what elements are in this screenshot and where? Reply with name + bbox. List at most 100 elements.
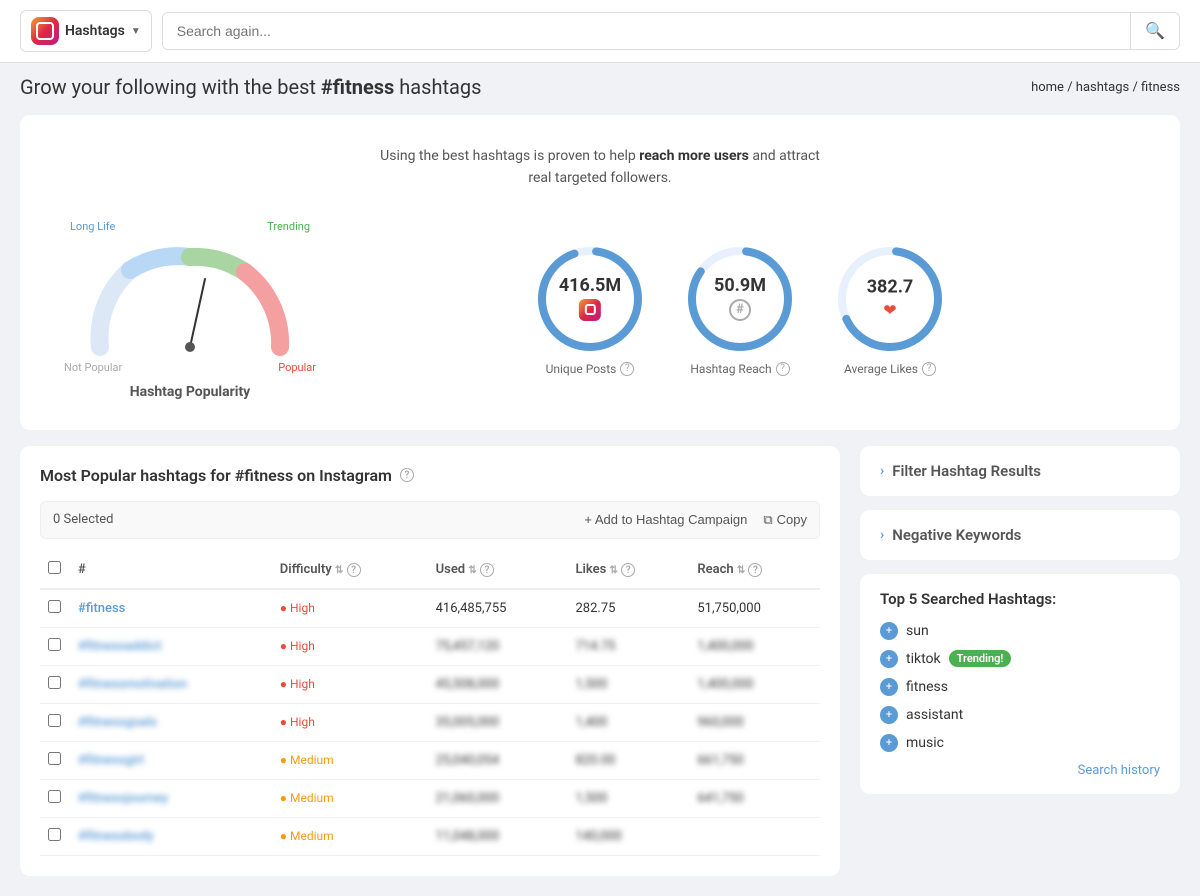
- top-hashtag-name: tiktok: [906, 651, 941, 667]
- row-checkbox[interactable]: [48, 828, 61, 841]
- stat-value-1: 50.9M: [714, 277, 766, 295]
- filter-chevron: ›: [880, 463, 884, 479]
- search-input[interactable]: [163, 13, 1130, 49]
- top-hashtags-title: Top 5 Searched Hashtags:: [880, 590, 1160, 608]
- gauge-svg: [80, 237, 300, 357]
- add-hashtag-icon[interactable]: +: [880, 706, 898, 724]
- stat-label-2: Average Likes ?: [835, 362, 945, 376]
- cell-difficulty: ●High: [272, 589, 428, 628]
- table-row: #fitnessaddict ●High 75,457,120 714.75 1…: [40, 627, 820, 665]
- cell-reach: 661,750: [689, 741, 820, 779]
- add-hashtag-icon[interactable]: +: [880, 622, 898, 640]
- cell-difficulty: ●High: [272, 665, 428, 703]
- row-checkbox[interactable]: [48, 600, 61, 613]
- stat-label-0: Unique Posts ?: [535, 362, 645, 376]
- table-body: #fitness ●High 416,485,755 282.75 51,750…: [40, 589, 820, 856]
- table-header: # Difficulty ⇅ ? Used ⇅ ? Likes ⇅ ? Reac…: [40, 551, 820, 589]
- cell-used: 21,060,000: [428, 779, 568, 817]
- main-content: Most Popular hashtags for #fitness on In…: [0, 446, 1200, 896]
- stat-label-1: Hashtag Reach ?: [685, 362, 795, 376]
- legend-not-popular: Not Popular: [64, 361, 122, 374]
- top-hashtag-item: + assistant: [880, 706, 1160, 724]
- help-icon-1[interactable]: ?: [776, 362, 790, 376]
- filter-panel-header[interactable]: › Filter Hashtag Results: [860, 446, 1180, 496]
- selected-count: 0 Selected: [53, 512, 113, 527]
- cell-used: 25,040,054: [428, 741, 568, 779]
- stat-value-0: 416.5M: [559, 277, 621, 295]
- brand-selector[interactable]: Hashtags ▼: [20, 10, 152, 52]
- col-likes[interactable]: Likes ⇅ ?: [567, 551, 689, 589]
- stat-hashtag-reach: 50.9M # Hashtag Reach ?: [685, 244, 795, 376]
- cell-used: 75,457,120: [428, 627, 568, 665]
- add-hashtag-icon[interactable]: +: [880, 734, 898, 752]
- table-row: #fitnessgoals ●High 35,005,000 1,400 960…: [40, 703, 820, 741]
- cell-hashtag: #fitnessbody: [70, 817, 272, 855]
- add-campaign-button[interactable]: + Add to Hashtag Campaign: [584, 512, 747, 528]
- copy-icon: ⧉: [763, 512, 772, 528]
- negative-keywords-panel: › Negative Keywords: [860, 510, 1180, 560]
- add-hashtag-icon[interactable]: +: [880, 678, 898, 696]
- cell-reach: 51,750,000: [689, 589, 820, 628]
- table-actions: + Add to Hashtag Campaign ⧉ Copy: [584, 512, 807, 528]
- cell-likes: 282.75: [567, 589, 689, 628]
- table-row: #fitnessgirl ●Medium 25,040,054 820.00 6…: [40, 741, 820, 779]
- legend-trending: Trending: [267, 220, 310, 233]
- col-reach[interactable]: Reach ⇅ ?: [689, 551, 820, 589]
- top-hashtag-name: assistant: [906, 707, 963, 723]
- cell-hashtag: #fitnessjourney: [70, 779, 272, 817]
- brand-label: Hashtags: [65, 23, 125, 39]
- row-checkbox[interactable]: [48, 790, 61, 803]
- filter-label: Filter Hashtag Results: [892, 462, 1041, 480]
- cell-used: 35,005,000: [428, 703, 568, 741]
- hero-section: Using the best hashtags is proven to hel…: [20, 115, 1180, 430]
- add-hashtag-icon[interactable]: +: [880, 650, 898, 668]
- table-row: #fitnessjourney ●Medium 21,060,000 1,500…: [40, 779, 820, 817]
- copy-button[interactable]: ⧉ Copy: [763, 512, 807, 528]
- search-history-link[interactable]: Search history: [1078, 763, 1160, 778]
- top-hashtag-name: sun: [906, 623, 929, 639]
- search-button[interactable]: 🔍: [1130, 13, 1179, 49]
- cell-hashtag: #fitness: [70, 589, 272, 628]
- cell-hashtag: #fitnessaddict: [70, 627, 272, 665]
- ig-circle-icon: [559, 299, 621, 321]
- col-used[interactable]: Used ⇅ ?: [428, 551, 568, 589]
- table-section: Most Popular hashtags for #fitness on In…: [20, 446, 840, 876]
- stat-unique-posts: 416.5M Unique Posts ?: [535, 244, 645, 376]
- header: Hashtags ▼ 🔍: [0, 0, 1200, 63]
- help-icon-0[interactable]: ?: [620, 362, 634, 376]
- table-help-icon[interactable]: ?: [400, 468, 414, 482]
- col-difficulty[interactable]: Difficulty ⇅ ?: [272, 551, 428, 589]
- hero-text: Using the best hashtags is proven to hel…: [60, 145, 1140, 190]
- metrics-section: Long Life Trending Not Popular Popular: [60, 220, 1140, 400]
- breadcrumb: home / hashtags / fitness: [1031, 80, 1180, 95]
- cell-reach: 960,000: [689, 703, 820, 741]
- page-title: Grow your following with the best #fitne…: [20, 75, 481, 99]
- cell-used: 45,508,000: [428, 665, 568, 703]
- cell-likes: 140,000: [567, 817, 689, 855]
- row-checkbox[interactable]: [48, 752, 61, 765]
- hash-circle-icon: #: [714, 299, 766, 321]
- trending-badge: Trending!: [949, 650, 1012, 667]
- select-all-checkbox[interactable]: [48, 561, 61, 574]
- page-header: Grow your following with the best #fitne…: [0, 63, 1200, 99]
- row-checkbox[interactable]: [48, 638, 61, 651]
- stat-avg-likes: 382.7 ❤ Average Likes ?: [835, 244, 945, 376]
- circular-stats: 416.5M Unique Posts ?: [340, 244, 1140, 376]
- table-title: Most Popular hashtags for #fitness on In…: [40, 466, 820, 485]
- row-checkbox[interactable]: [48, 714, 61, 727]
- negative-keywords-header[interactable]: › Negative Keywords: [860, 510, 1180, 560]
- cell-used: 416,485,755: [428, 589, 568, 628]
- top-hashtags-panel: Top 5 Searched Hashtags: + sun + tiktok …: [860, 574, 1180, 794]
- top-hashtags-list: + sun + tiktok Trending! + fitness + ass…: [880, 622, 1160, 752]
- help-icon-2[interactable]: ?: [922, 362, 936, 376]
- table-controls: 0 Selected + Add to Hashtag Campaign ⧉ C…: [40, 501, 820, 539]
- cell-reach: 641,750: [689, 779, 820, 817]
- cell-hashtag: #fitnessgoals: [70, 703, 272, 741]
- row-checkbox[interactable]: [48, 676, 61, 689]
- negative-chevron: ›: [880, 527, 884, 543]
- brand-chevron: ▼: [131, 26, 141, 37]
- negative-keywords-label: Negative Keywords: [892, 526, 1021, 544]
- cell-likes: 1,400: [567, 703, 689, 741]
- legend-popular: Popular: [278, 361, 316, 374]
- cell-hashtag: #fitnessgirl: [70, 741, 272, 779]
